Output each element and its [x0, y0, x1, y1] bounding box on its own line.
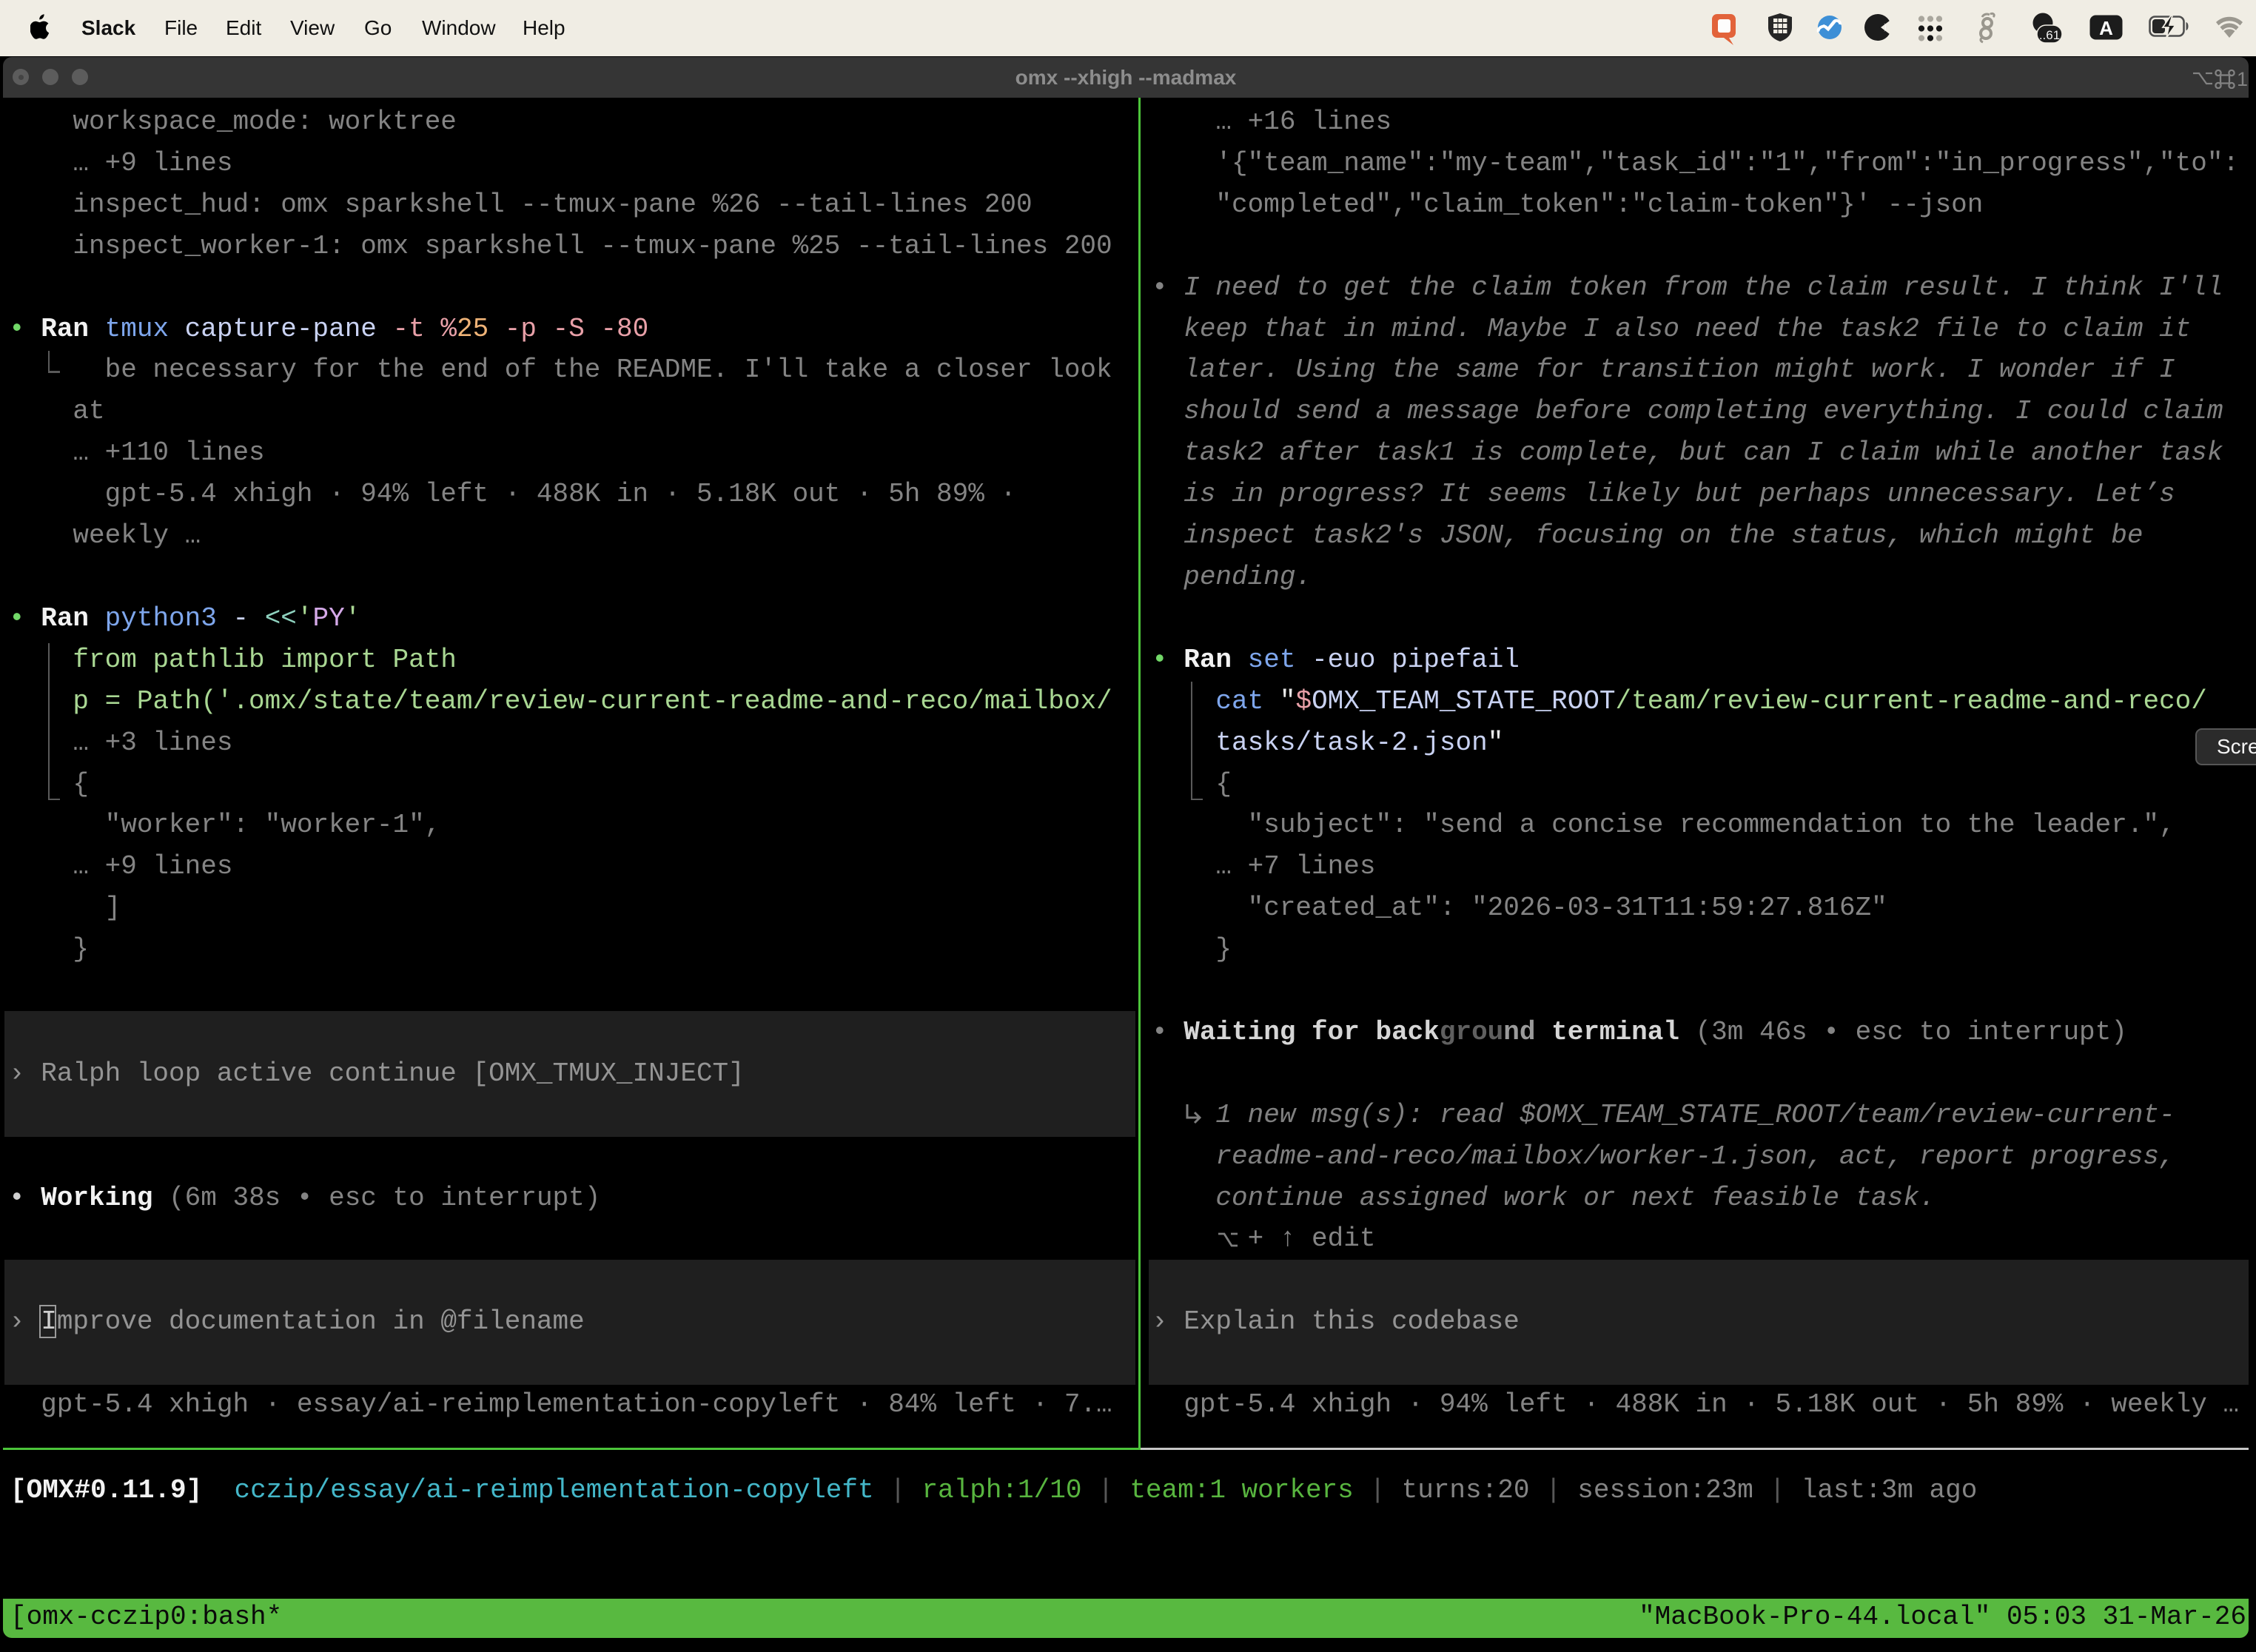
- svg-text:A: A: [2099, 17, 2113, 39]
- svg-text:..61: ..61: [2039, 28, 2060, 42]
- svg-text:1: 1: [2237, 68, 2247, 89]
